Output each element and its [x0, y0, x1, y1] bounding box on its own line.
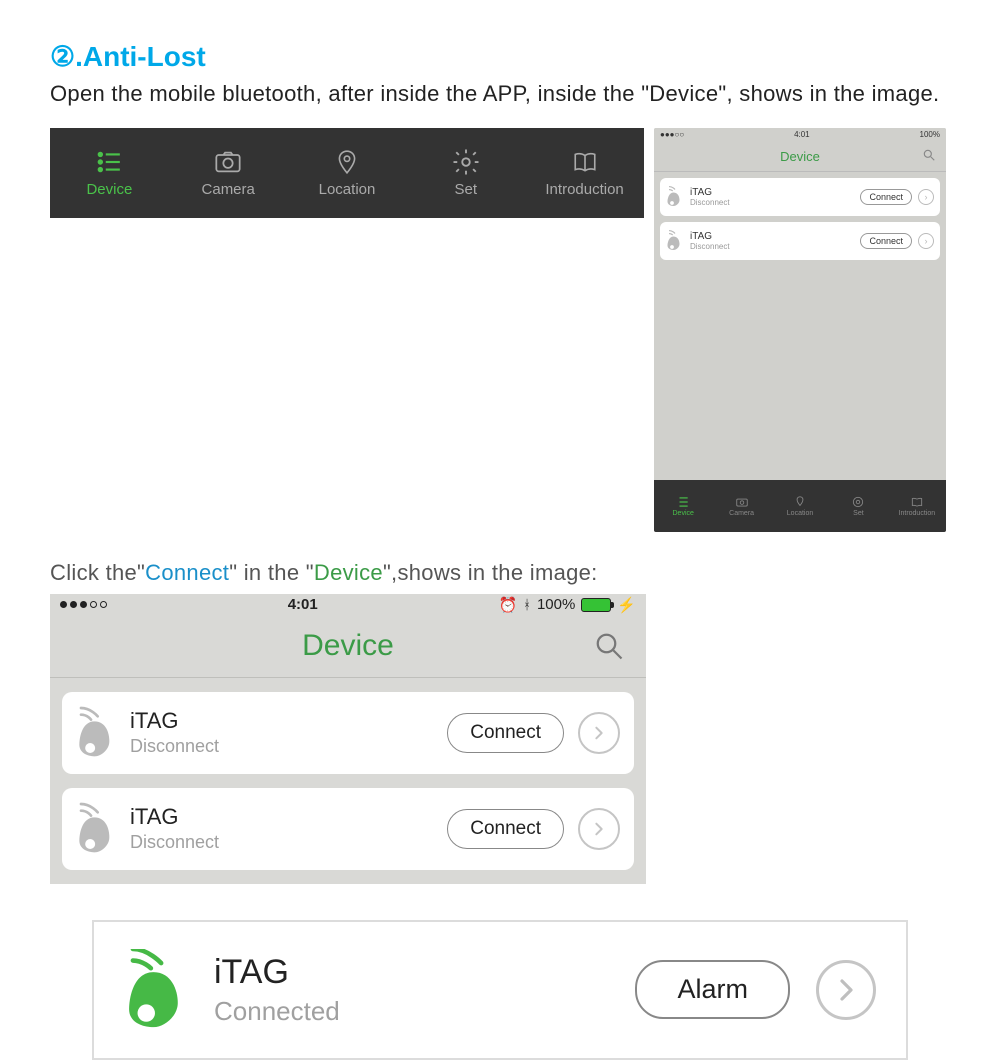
tab-set[interactable]: Set: [406, 128, 525, 218]
caption-text: Click the"Connect" in the "Device",shows…: [50, 560, 950, 586]
tab-label: Set: [455, 181, 478, 198]
tag-icon: [76, 802, 116, 856]
tab-set[interactable]: Set: [829, 480, 887, 532]
charging-icon: ⚡: [617, 596, 636, 614]
mini-device-row: iTAG Disconnect Connect ›: [660, 178, 940, 216]
tab-label: Location: [319, 181, 376, 198]
tab-camera[interactable]: Camera: [712, 480, 770, 532]
pin-icon: [792, 495, 808, 509]
gear-icon: [449, 147, 483, 177]
device-name: iTAG: [690, 231, 854, 242]
search-icon[interactable]: [594, 631, 624, 661]
tab-camera[interactable]: Camera: [169, 128, 288, 218]
device-row: iTAG Disconnect Connect: [62, 788, 634, 870]
device-status: Disconnect: [690, 242, 854, 251]
device-name: iTAG: [130, 708, 433, 734]
mini-header-title: Device: [780, 149, 820, 164]
tab-label: Camera: [202, 181, 255, 198]
connected-device-panel: iTAG Connected Alarm: [92, 920, 908, 1060]
signal-dots: [60, 601, 107, 608]
alarm-button[interactable]: Alarm: [635, 960, 790, 1019]
tag-icon: [666, 185, 684, 209]
battery-indicator: ⏰ ᚼ 100% ⚡: [498, 596, 636, 614]
list-icon: [92, 147, 126, 177]
book-icon: [568, 147, 602, 177]
tab-location[interactable]: Location: [288, 128, 407, 218]
status-bar: 4:01 ⏰ ᚼ 100% ⚡: [50, 594, 646, 616]
chevron-right-icon[interactable]: [578, 712, 620, 754]
alarm-icon: ⏰: [498, 596, 517, 614]
gear-icon: [850, 495, 866, 509]
chevron-right-icon[interactable]: [816, 960, 876, 1020]
tag-icon: [666, 229, 684, 253]
camera-icon: [211, 147, 245, 177]
tab-location[interactable]: Location: [771, 480, 829, 532]
signal-dots: ●●●○○: [660, 130, 684, 139]
list-icon: [675, 495, 691, 509]
device-status: Disconnect: [130, 832, 433, 853]
device-status: Disconnect: [690, 198, 854, 207]
tag-icon: [76, 706, 116, 760]
camera-icon: [734, 495, 750, 509]
header-title: Device: [302, 629, 394, 663]
status-battery: 100%: [920, 130, 940, 139]
device-row: iTAG Disconnect Connect: [62, 692, 634, 774]
chevron-right-icon[interactable]: ›: [918, 233, 934, 249]
search-icon[interactable]: [922, 148, 936, 162]
mini-header: Device: [654, 142, 946, 172]
tab-label: Device: [86, 181, 132, 198]
mini-bottom-nav: Device Camera Location Set Introduction: [654, 480, 946, 532]
device-status: Connected: [214, 996, 609, 1027]
battery-icon: [581, 598, 611, 612]
app-bottom-toolbar: Device Camera Location Set: [50, 128, 644, 218]
mini-device-row: iTAG Disconnect Connect ›: [660, 222, 940, 260]
chevron-right-icon[interactable]: ›: [918, 189, 934, 205]
app-header: Device: [50, 616, 646, 678]
mini-status-bar: ●●●○○ 4:01 100%: [654, 128, 946, 142]
tab-label: Introduction: [545, 181, 623, 198]
tab-introduction[interactable]: Introduction: [888, 480, 946, 532]
chevron-right-icon[interactable]: [578, 808, 620, 850]
bluetooth-icon: ᚼ: [523, 597, 531, 612]
section-heading: ②.Anti-Lost: [50, 40, 950, 73]
connect-button[interactable]: Connect: [860, 189, 912, 205]
status-time: 4:01: [288, 596, 318, 613]
pin-icon: [330, 147, 364, 177]
status-time: 4:01: [794, 130, 810, 139]
section-body: Open the mobile bluetooth, after inside …: [50, 79, 950, 110]
highlight-connect: Connect: [145, 560, 229, 585]
highlight-device: Device: [314, 560, 383, 585]
device-name: iTAG: [214, 953, 609, 992]
battery-pct: 100%: [537, 596, 575, 613]
device-name: iTAG: [130, 804, 433, 830]
tab-device[interactable]: Device: [50, 128, 169, 218]
connect-button[interactable]: Connect: [447, 713, 564, 753]
connect-button[interactable]: Connect: [860, 233, 912, 249]
mini-phone-preview: ●●●○○ 4:01 100% Device iTAG Disconnect C…: [654, 128, 946, 532]
tag-icon: [124, 949, 188, 1031]
connect-button[interactable]: Connect: [447, 809, 564, 849]
device-status: Disconnect: [130, 736, 433, 757]
big-phone-preview: 4:01 ⏰ ᚼ 100% ⚡ Device iTAG Disconnect C…: [50, 594, 646, 884]
tab-introduction[interactable]: Introduction: [525, 128, 644, 218]
book-icon: [909, 495, 925, 509]
tab-device[interactable]: Device: [654, 480, 712, 532]
device-name: iTAG: [690, 187, 854, 198]
